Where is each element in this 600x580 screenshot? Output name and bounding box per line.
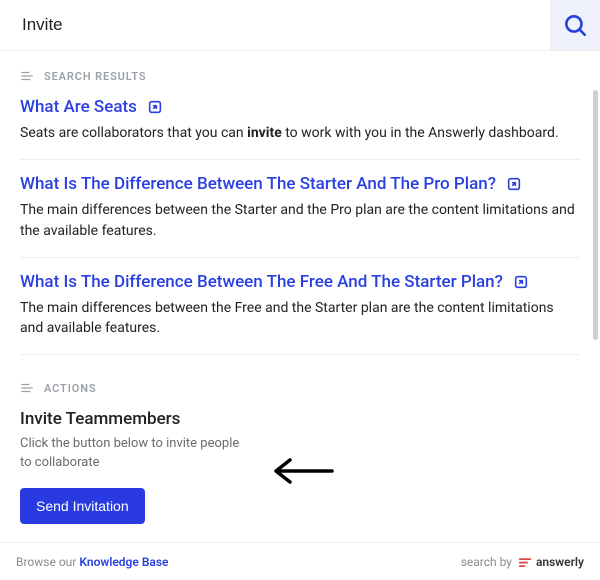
result-title-text: What Is The Difference Between The Start… xyxy=(20,174,496,194)
result-snippet: The main differences between the Free an… xyxy=(20,298,580,339)
actions-header: ACTIONS xyxy=(20,381,580,395)
footer-browse: Browse our Knowledge Base xyxy=(16,555,169,569)
result-snippet: Seats are collaborators that you can inv… xyxy=(20,123,580,143)
section-label: SEARCH RESULTS xyxy=(44,70,146,83)
search-bar xyxy=(0,0,600,51)
result-link[interactable]: What Is The Difference Between The Start… xyxy=(20,174,580,194)
open-external-icon xyxy=(506,176,522,192)
list-icon xyxy=(20,69,34,83)
search-result: What Is The Difference Between The Free … xyxy=(20,272,580,356)
search-result: What Is The Difference Between The Start… xyxy=(20,174,580,258)
content-scroll[interactable]: SEARCH RESULTS What Are Seats Seats are … xyxy=(0,51,600,539)
search-results-header: SEARCH RESULTS xyxy=(20,69,580,83)
result-link[interactable]: What Is The Difference Between The Free … xyxy=(20,272,580,292)
search-icon xyxy=(562,12,588,38)
scrollbar-thumb[interactable] xyxy=(593,90,598,340)
result-link[interactable]: What Are Seats xyxy=(20,97,580,117)
actions-section: ACTIONS Invite Teammembers Click the but… xyxy=(20,381,580,523)
search-input[interactable] xyxy=(0,1,550,49)
answerly-brand[interactable]: answerly xyxy=(518,555,584,569)
search-result: What Are Seats Seats are collaborators t… xyxy=(20,97,580,160)
result-title-text: What Is The Difference Between The Free … xyxy=(20,272,503,292)
action-title: Invite Teammembers xyxy=(20,409,580,429)
open-external-icon xyxy=(147,99,163,115)
list-icon xyxy=(20,381,34,395)
send-invitation-button[interactable]: Send Invitation xyxy=(20,488,145,524)
search-button[interactable] xyxy=(550,0,600,50)
result-title-text: What Are Seats xyxy=(20,97,137,117)
action-description: Click the button below to invite people … xyxy=(20,435,250,471)
answerly-widget: SEARCH RESULTS What Are Seats Seats are … xyxy=(0,0,600,580)
section-label: ACTIONS xyxy=(44,382,96,395)
result-snippet: The main differences between the Starter… xyxy=(20,200,580,241)
footer: Browse our Knowledge Base search by answ… xyxy=(0,542,600,580)
open-external-icon xyxy=(513,274,529,290)
knowledge-base-link[interactable]: Knowledge Base xyxy=(79,555,168,569)
answerly-logo-icon xyxy=(518,555,532,569)
footer-credit: search by answerly xyxy=(461,555,584,569)
